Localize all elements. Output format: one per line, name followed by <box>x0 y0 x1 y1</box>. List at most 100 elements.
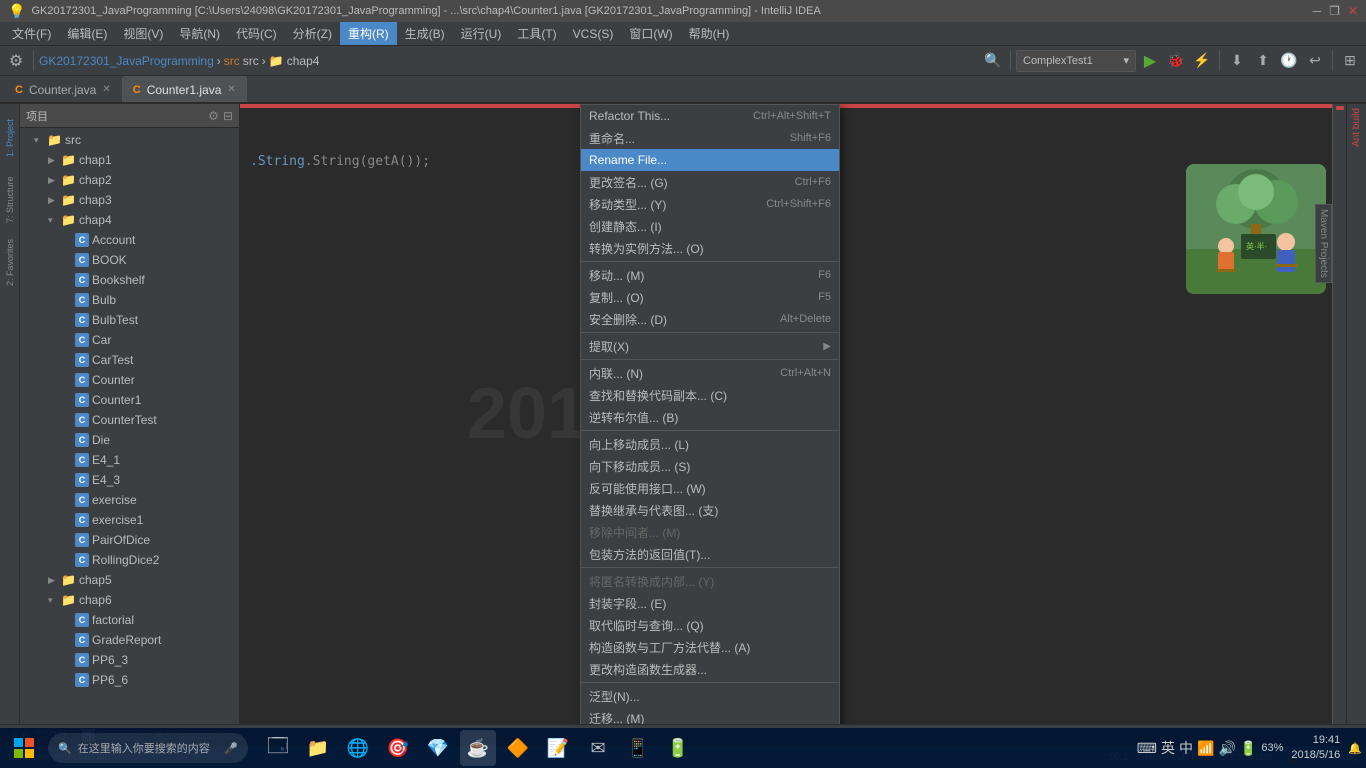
tree-bulbtest[interactable]: C BulbTest <box>20 310 239 330</box>
coverage-button[interactable]: ⚡ <box>1190 49 1214 73</box>
ctx-extract[interactable]: 提取(X) ▶ <box>581 335 839 357</box>
toolbar-settings[interactable]: ⚙ <box>4 49 28 73</box>
tree-chap4[interactable]: ▾ 📁 chap4 <box>20 210 239 230</box>
tree-exercise1[interactable]: C exercise1 <box>20 510 239 530</box>
lang-icon[interactable]: 英 <box>1161 738 1175 758</box>
taskbar-app-4[interactable]: 🔶 <box>500 730 536 766</box>
network-icon[interactable]: 📶 <box>1197 740 1214 757</box>
ant-build-icon[interactable]: Ant build <box>1349 104 1364 151</box>
notifications-icon[interactable]: 🔔 <box>1348 742 1362 755</box>
ctx-move[interactable]: 移动... (M) F6 <box>581 264 839 286</box>
menu-navigate[interactable]: 导航(N) <box>171 22 228 45</box>
ctx-create-static[interactable]: 创建静态... (I) <box>581 215 839 237</box>
tree-pp66[interactable]: C PP6_6 <box>20 670 239 690</box>
tree-src[interactable]: ▾ 📁 src <box>20 130 239 150</box>
ctx-convert-instance[interactable]: 转换为实例方法... (O) <box>581 237 839 259</box>
editor-area[interactable]: .String.String(getA()); 20172304 <box>240 104 1346 724</box>
tree-chap2[interactable]: ▶ 📁 chap2 <box>20 170 239 190</box>
ctx-pull-up[interactable]: 向上移动成员... (L) <box>581 433 839 455</box>
vcs-history[interactable]: 🕐 <box>1277 49 1301 73</box>
taskbar-app-8[interactable]: 🔋 <box>660 730 696 766</box>
maven-projects-tab[interactable]: Maven Projects <box>1315 204 1332 283</box>
panel-settings-icon[interactable]: ⚙ <box>208 109 219 123</box>
ctx-replace-inherit[interactable]: 替换继承与代表图... (支) <box>581 499 839 521</box>
breadcrumb[interactable]: GK20172301_JavaProgramming › src src › 📁… <box>39 54 319 68</box>
tree-pp63[interactable]: C PP6_3 <box>20 650 239 670</box>
ctx-inline[interactable]: 内联... (N) Ctrl+Alt+N <box>581 362 839 384</box>
src-label[interactable]: src <box>224 54 240 68</box>
ctx-push-down[interactable]: 向下移动成员... (S) <box>581 455 839 477</box>
layout-button[interactable]: ⊞ <box>1338 49 1362 73</box>
ctx-find-duplicates[interactable]: 查找和替换代码副本... (C) <box>581 384 839 406</box>
tree-cartest[interactable]: C CarTest <box>20 350 239 370</box>
menu-vcs[interactable]: VCS(S) <box>565 22 622 45</box>
run-button[interactable]: ▶ <box>1138 49 1162 73</box>
tree-car[interactable]: C Car <box>20 330 239 350</box>
vcs-update[interactable]: ⬇ <box>1225 49 1249 73</box>
tree-e41[interactable]: C E4_1 <box>20 450 239 470</box>
ctx-rename-file[interactable]: Rename File... <box>581 149 839 171</box>
tree-rollingdice2[interactable]: C RollingDice2 <box>20 550 239 570</box>
menu-run[interactable]: 运行(U) <box>453 22 510 45</box>
menu-view[interactable]: 视图(V) <box>115 22 171 45</box>
tree-chap1[interactable]: ▶ 📁 chap1 <box>20 150 239 170</box>
tree-exercise[interactable]: C exercise <box>20 490 239 510</box>
menu-help[interactable]: 帮助(H) <box>681 22 738 45</box>
tab-close-counter[interactable]: ✕ <box>102 84 110 95</box>
toolbar-search[interactable]: 🔍 <box>981 49 1005 73</box>
tree-gradereport[interactable]: C GradeReport <box>20 630 239 650</box>
panel-header-icons[interactable]: ⚙ ⊟ <box>208 109 233 123</box>
tree-account[interactable]: C Account <box>20 230 239 250</box>
tree-pairofdice[interactable]: C PairOfDice <box>20 530 239 550</box>
title-bar-controls[interactable]: ─ ❐ ✕ <box>1313 4 1358 18</box>
tree-bulb[interactable]: C Bulb <box>20 290 239 310</box>
context-menu[interactable]: Refactor This... Ctrl+Alt+Shift+T 重命名...… <box>580 104 840 724</box>
ctx-invert-bool[interactable]: 逆转布尔值... (B) <box>581 406 839 428</box>
ctx-safe-delete[interactable]: 安全删除... (D) Alt+Delete <box>581 308 839 330</box>
sidebar-structure-icon[interactable]: 7: Structure <box>1 170 19 230</box>
taskbar-app-task-view[interactable]: 🗔 <box>260 730 296 766</box>
taskbar-search[interactable]: 🔍 在这里输入你要搜索的内容 🎤 <box>48 733 248 763</box>
chap-label[interactable]: chap4 <box>287 54 320 68</box>
start-button[interactable] <box>4 730 44 766</box>
debug-button[interactable]: 🐞 <box>1164 49 1188 73</box>
tree-chap5[interactable]: ▶ 📁 chap5 <box>20 570 239 590</box>
ctx-builder[interactable]: 更改构造函数生成器... <box>581 658 839 680</box>
ctx-wrap-return[interactable]: 包装方法的返回值(T)... <box>581 543 839 565</box>
ctx-rename[interactable]: 重命名... Shift+F6 <box>581 127 839 149</box>
taskbar-app-5[interactable]: 📝 <box>540 730 576 766</box>
ctx-change-sig[interactable]: 更改签名... (G) Ctrl+F6 <box>581 171 839 193</box>
ctx-use-interface[interactable]: 反可能使用接口... (W) <box>581 477 839 499</box>
project-label[interactable]: GK20172301_JavaProgramming <box>39 54 214 68</box>
taskbar-app-edge[interactable]: 🌐 <box>340 730 376 766</box>
tree-factorial[interactable]: C factorial <box>20 610 239 630</box>
ctx-copy[interactable]: 复制... (O) F5 <box>581 286 839 308</box>
minimize-button[interactable]: ─ <box>1313 4 1322 18</box>
taskbar-app-3[interactable]: ☕ <box>460 730 496 766</box>
keyboard-icon[interactable]: ⌨ <box>1137 740 1157 757</box>
menu-tools[interactable]: 工具(T) <box>509 22 564 45</box>
tree-counter[interactable]: C Counter <box>20 370 239 390</box>
menu-file[interactable]: 文件(F) <box>4 22 59 45</box>
sidebar-favorites-icon[interactable]: 2: Favorites <box>1 232 19 292</box>
vcs-revert[interactable]: ↩ <box>1303 49 1327 73</box>
ctx-generify[interactable]: 泛型(N)... <box>581 685 839 707</box>
sidebar-project-icon[interactable]: 1: Project <box>1 108 19 168</box>
taskbar-app-6[interactable]: ✉ <box>580 730 616 766</box>
ime-icon[interactable]: 中 <box>1179 738 1193 758</box>
tree-die[interactable]: C Die <box>20 430 239 450</box>
tab-close-counter1[interactable]: ✕ <box>227 84 235 95</box>
menu-analyze[interactable]: 分析(Z) <box>285 22 340 45</box>
ctx-refactor-this[interactable]: Refactor This... Ctrl+Alt+Shift+T <box>581 105 839 127</box>
ctx-move-type[interactable]: 移动类型... (Y) Ctrl+Shift+F6 <box>581 193 839 215</box>
volume-icon[interactable]: 🔊 <box>1218 740 1235 757</box>
menu-edit[interactable]: 编辑(E) <box>59 22 115 45</box>
close-button[interactable]: ✕ <box>1348 4 1358 18</box>
ctx-migrate[interactable]: 迁移... (M) <box>581 707 839 724</box>
tree-book[interactable]: C BOOK <box>20 250 239 270</box>
ctx-constructor-factory[interactable]: 构造函数与工厂方法代替... (A) <box>581 636 839 658</box>
tree-chap6[interactable]: ▾ 📁 chap6 <box>20 590 239 610</box>
taskbar-app-explorer[interactable]: 📁 <box>300 730 336 766</box>
maximize-button[interactable]: ❐ <box>1329 4 1340 18</box>
panel-expand-icon[interactable]: ⊟ <box>223 109 233 123</box>
